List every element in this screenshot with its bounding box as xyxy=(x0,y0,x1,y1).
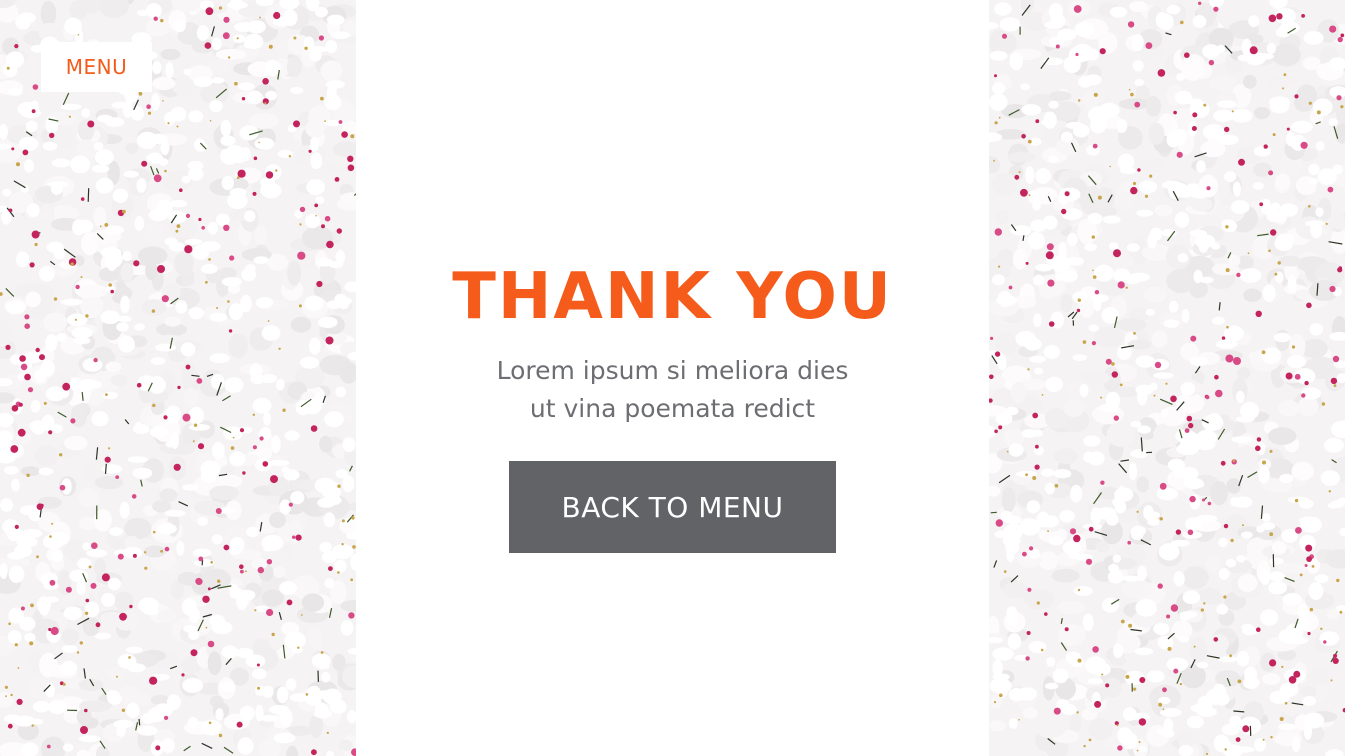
thank-you-page: MENU THANK YOU Lorem ipsum si meliora di… xyxy=(0,0,1345,756)
flower-pattern-right xyxy=(989,0,1345,756)
subtitle: Lorem ipsum si meliora dies ut vina poem… xyxy=(356,352,989,428)
flower-pattern-left xyxy=(0,0,356,756)
subtitle-line-2: ut vina poemata redict xyxy=(529,394,816,423)
menu-button[interactable]: MENU xyxy=(41,42,152,92)
page-title: THANK YOU xyxy=(452,260,893,334)
left-flower-image xyxy=(0,0,356,756)
subtitle-line-1: Lorem ipsum si meliora dies xyxy=(496,356,849,385)
back-to-menu-button[interactable]: BACK TO MENU xyxy=(509,461,836,553)
center-content: THANK YOU Lorem ipsum si meliora dies ut… xyxy=(356,0,989,756)
right-flower-image xyxy=(989,0,1345,756)
